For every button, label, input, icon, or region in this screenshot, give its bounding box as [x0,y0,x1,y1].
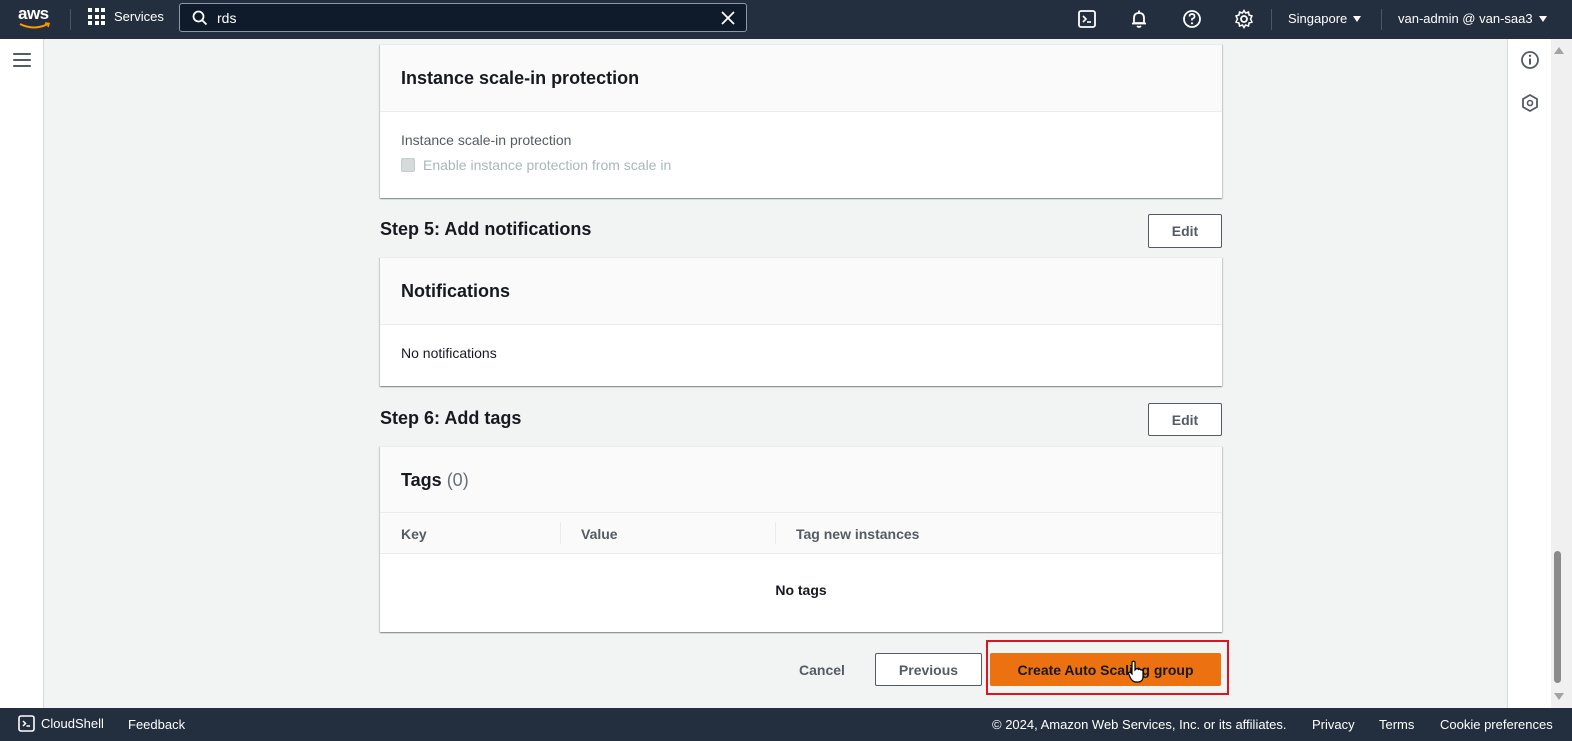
nav-divider [1381,9,1382,30]
scale-in-checkbox-row: Enable instance protection from scale in [401,157,1201,173]
cloudshell-footer-button[interactable]: CloudShell [18,715,104,732]
card-header: Tags (0) [380,447,1222,513]
step-5-edit-button[interactable]: Edit [1148,214,1222,248]
field-label: Instance scale-in protection [401,132,572,148]
caret-down-icon [1538,15,1547,22]
no-tags-text: No tags [775,582,827,598]
account-menu[interactable]: van-admin @ van-saa3 [1398,11,1547,26]
info-icon[interactable] [1520,50,1540,70]
region-label: Singapore [1288,11,1348,26]
aws-smile-icon [19,22,51,29]
nav-divider [70,9,71,30]
feedback-link[interactable]: Feedback [128,717,185,732]
services-menu-button[interactable]: Services [88,8,164,25]
nav-divider [1271,9,1272,30]
region-selector[interactable]: Singapore [1288,11,1362,26]
cursor-hand-icon [1127,660,1144,683]
clear-icon[interactable] [720,10,736,26]
tags-card: Tags (0) Key Value Tag new instances No … [380,446,1222,632]
top-navigation: aws Services rds Singapore van-admin @ v… [0,0,1572,39]
services-label: Services [114,9,164,24]
services-grid-icon [88,8,105,25]
search-input[interactable] [217,8,697,28]
logo-text: aws [18,4,49,23]
terms-link[interactable]: Terms [1379,717,1414,732]
card-body: No notifications [380,325,1222,361]
scroll-up-arrow-icon[interactable] [1554,47,1564,54]
notifications-bell-icon[interactable] [1129,9,1149,29]
column-divider [775,522,776,544]
step-5-title: Step 5: Add notifications [380,219,592,239]
footer: CloudShell Feedback © 2024, Amazon Web S… [0,708,1572,741]
feedback-hex-icon[interactable] [1520,93,1540,113]
cloudshell-icon [18,715,35,732]
cancel-button[interactable]: Cancel [782,654,862,686]
step-6-edit-button[interactable]: Edit [1148,403,1222,436]
column-header-key: Key [401,526,427,542]
copyright-text: © 2024, Amazon Web Services, Inc. or its… [992,717,1287,732]
search-icon [192,10,208,26]
scroll-thumb[interactable] [1554,551,1561,683]
card-title: Notifications [401,280,511,301]
create-auto-scaling-group-button[interactable]: Create Auto Scaling group [990,653,1221,686]
right-tools-panel [1507,39,1551,708]
card-header: Instance scale-in protection [380,45,1222,112]
no-notifications-text: No notifications [401,345,497,361]
column-divider [560,522,561,544]
search-box[interactable] [179,3,747,32]
card-title: Tags [401,469,442,490]
help-icon[interactable] [1182,9,1202,29]
page-scrollbar[interactable] [1551,39,1572,708]
scale-in-protection-checkbox[interactable] [401,158,415,172]
tags-table-header: Key Value Tag new instances [380,512,1222,554]
column-header-tag-new-instances: Tag new instances [796,526,920,542]
aws-logo-icon[interactable]: aws [18,4,56,32]
scroll-down-arrow-icon[interactable] [1554,693,1564,700]
card-header: Notifications [380,258,1222,325]
scale-in-protection-card: Instance scale-in protection Instance sc… [380,44,1222,198]
step-6-title: Step 6: Add tags [380,408,522,428]
privacy-link[interactable]: Privacy [1312,717,1355,732]
hamburger-menu-icon[interactable] [13,53,31,67]
caret-down-icon [1353,15,1362,22]
previous-button[interactable]: Previous [875,653,982,686]
account-label: van-admin @ van-saa3 [1398,11,1533,26]
card-title: Instance scale-in protection [401,67,640,88]
checkbox-label: Enable instance protection from scale in [423,157,672,173]
left-sidebar-collapsed [0,39,44,708]
tags-count: (0) [446,469,469,490]
notifications-card: Notifications No notifications [380,257,1222,386]
column-header-value: Value [581,526,618,542]
cloudshell-icon[interactable] [1077,9,1097,29]
cloudshell-label: CloudShell [41,716,104,731]
card-body: Instance scale-in protection Enable inst… [380,112,1222,173]
cookie-preferences-link[interactable]: Cookie preferences [1440,717,1553,732]
settings-gear-icon[interactable] [1234,9,1254,29]
